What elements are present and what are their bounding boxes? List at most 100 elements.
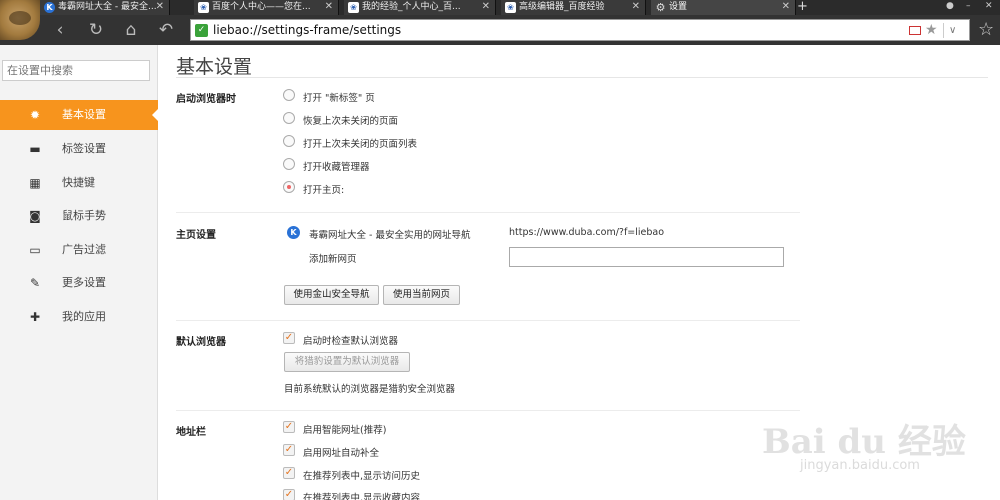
skin-icon[interactable]: ● bbox=[946, 0, 954, 13]
close-icon[interactable]: ✕ bbox=[482, 0, 490, 14]
homepage-section-label: 主页设置 bbox=[176, 230, 216, 241]
close-icon[interactable]: ✕ bbox=[782, 0, 790, 14]
baidu-jingyan-watermark: Bai du 经验 bbox=[762, 422, 966, 462]
radio-startup-bookmarks[interactable] bbox=[283, 158, 295, 170]
divider bbox=[176, 320, 800, 321]
divider bbox=[943, 23, 944, 38]
baidu-paw-icon: ❀ bbox=[348, 2, 359, 13]
option-label: 打开上次未关闭的页面列表 bbox=[303, 139, 418, 150]
address-bar[interactable]: ✓ liebao://settings-frame/settings ★ ∨ bbox=[190, 19, 970, 41]
sidebar-item-tabs[interactable]: ▬ 标签设置 bbox=[0, 134, 158, 164]
add-new-page-link[interactable]: 添加新网页 bbox=[309, 251, 357, 265]
use-current-page-button[interactable]: 使用当前网页 bbox=[383, 285, 460, 305]
homepage-site-name: 毒霸网址大全 - 最安全实用的网址导航 bbox=[309, 230, 471, 241]
wrench-icon: ✎ bbox=[29, 276, 41, 290]
new-page-url-input[interactable] bbox=[509, 247, 784, 267]
option-label: 打开主页: bbox=[303, 185, 345, 196]
tab-advanced-editor[interactable]: ❀ 高级编辑器_百度经验 ✕ bbox=[501, 0, 646, 15]
tab-title: 高级编辑器_百度经验 bbox=[519, 2, 605, 12]
puzzle-icon: ✚ bbox=[29, 310, 41, 324]
back-icon[interactable]: ‹ bbox=[48, 18, 72, 42]
window-icon: ▭ bbox=[29, 243, 41, 257]
use-kingsoft-nav-button[interactable]: 使用金山安全导航 bbox=[284, 285, 379, 305]
divider bbox=[176, 410, 800, 411]
show-history-checkbox[interactable]: ✓ bbox=[283, 467, 295, 479]
radio-startup-list[interactable] bbox=[283, 135, 295, 147]
sidebar-item-more[interactable]: ✎ 更多设置 bbox=[0, 268, 158, 298]
settings-search-input[interactable] bbox=[2, 60, 150, 81]
reload-icon[interactable]: ↻ bbox=[84, 18, 108, 42]
tab-title: 毒霸网址大全 - 最安全... bbox=[58, 2, 157, 12]
new-tab-button[interactable]: + bbox=[797, 0, 808, 13]
baidu-paw-icon: ❀ bbox=[198, 2, 209, 13]
default-browser-section-label: 默认浏览器 bbox=[176, 337, 226, 348]
tab-baidu-center[interactable]: ❀ 百度个人中心——您在... ✕ bbox=[194, 0, 339, 15]
tab-duba[interactable]: K 毒霸网址大全 - 最安全... ✕ bbox=[40, 0, 170, 15]
favorites-star-icon[interactable]: ☆ bbox=[978, 17, 994, 43]
sidebar-item-label: 基本设置 bbox=[62, 108, 106, 121]
secure-check-icon: ✓ bbox=[195, 24, 208, 37]
liebao-logo[interactable] bbox=[0, 0, 40, 40]
sidebar-item-my-apps[interactable]: ✚ 我的应用 bbox=[0, 302, 158, 332]
option-label: 打开收藏管理器 bbox=[303, 162, 370, 173]
k-logo-icon: K bbox=[287, 226, 300, 239]
page-title: 基本设置 bbox=[176, 56, 253, 78]
option-label: 恢复上次未关闭的页面 bbox=[303, 116, 399, 127]
baidu-paw-icon: ❀ bbox=[505, 2, 516, 13]
address-bar-section-label: 地址栏 bbox=[176, 427, 206, 438]
sidebar-item-ad-filter[interactable]: ▭ 广告过滤 bbox=[0, 235, 158, 265]
option-label: 启动时检查默认浏览器 bbox=[303, 336, 399, 347]
check-default-browser-checkbox[interactable]: ✓ bbox=[283, 332, 295, 344]
sidebar-item-label: 我的应用 bbox=[62, 310, 106, 323]
tab-title: 我的经验_个人中心_百... bbox=[362, 2, 461, 12]
url-autocomplete-checkbox[interactable]: ✓ bbox=[283, 444, 295, 456]
option-label: 启用智能网址(推荐) bbox=[303, 425, 387, 436]
undo-icon[interactable]: ↶ bbox=[154, 18, 178, 42]
sidebar-item-label: 更多设置 bbox=[62, 276, 106, 289]
sidebar-item-label: 广告过滤 bbox=[62, 243, 106, 256]
radio-startup-newtab[interactable] bbox=[283, 89, 295, 101]
option-label: 在推荐列表中,显示访问历史 bbox=[303, 471, 421, 482]
smart-url-checkbox[interactable]: ✓ bbox=[283, 421, 295, 433]
divider bbox=[176, 212, 800, 213]
radio-startup-homepage[interactable] bbox=[283, 181, 295, 193]
radio-startup-restore[interactable] bbox=[283, 112, 295, 124]
sidebar: ✹ 基本设置 ▬ 标签设置 ▦ 快捷键 ◙ 鼠标手势 ▭ 广告过滤 ✎ 更多设置… bbox=[0, 45, 159, 500]
default-browser-status: 目前系统默认的浏览器是猎豹安全浏览器 bbox=[284, 384, 456, 395]
show-bookmarks-checkbox[interactable]: ✓ bbox=[283, 489, 295, 500]
tab-my-experience[interactable]: ❀ 我的经验_个人中心_百... ✕ bbox=[344, 0, 496, 15]
close-icon[interactable]: ✕ bbox=[632, 0, 640, 14]
option-label: 打开 "新标签" 页 bbox=[303, 93, 375, 104]
mail-icon[interactable] bbox=[909, 26, 921, 35]
tab-title: 设置 bbox=[669, 2, 688, 12]
keyboard-icon: ▦ bbox=[29, 176, 41, 190]
star-icon[interactable]: ★ bbox=[925, 21, 938, 39]
tab-title: 百度个人中心——您在... bbox=[212, 2, 311, 12]
sidebar-item-mouse-gestures[interactable]: ◙ 鼠标手势 bbox=[0, 201, 158, 231]
sidebar-item-shortcuts[interactable]: ▦ 快捷键 bbox=[0, 168, 158, 198]
laptop-icon: ▬ bbox=[29, 142, 41, 156]
option-label: 启用网址自动补全 bbox=[303, 448, 380, 459]
minimize-button[interactable]: – bbox=[966, 0, 971, 13]
option-label: 在推荐列表中,显示收藏内容 bbox=[303, 493, 421, 500]
homepage-site-url: https://www.duba.com/?f=liebao bbox=[509, 227, 665, 238]
chevron-down-icon[interactable]: ∨ bbox=[949, 21, 956, 40]
gear-icon: ✹ bbox=[29, 108, 41, 122]
close-icon[interactable]: ✕ bbox=[325, 0, 333, 14]
tab-strip: K 毒霸网址大全 - 最安全... ✕ ❀ 百度个人中心——您在... ✕ ❀ … bbox=[0, 0, 1000, 15]
cheetah-mark bbox=[9, 11, 31, 25]
watermark-url: jingyan.baidu.com bbox=[800, 458, 920, 473]
sidebar-item-label: 快捷键 bbox=[62, 176, 95, 189]
set-default-browser-button[interactable]: 将猎豹设置为默认浏览器 bbox=[284, 352, 410, 372]
gear-icon: ⚙ bbox=[655, 1, 666, 14]
close-icon[interactable]: ✕ bbox=[156, 0, 164, 14]
divider bbox=[176, 77, 988, 78]
url-text[interactable]: liebao://settings-frame/settings bbox=[213, 20, 401, 41]
k-logo-icon: K bbox=[44, 2, 55, 13]
home-icon[interactable]: ⌂ bbox=[119, 18, 143, 42]
close-window-button[interactable]: ✕ bbox=[985, 0, 993, 13]
sidebar-item-label: 标签设置 bbox=[62, 142, 106, 155]
sidebar-item-basic[interactable]: ✹ 基本设置 bbox=[0, 100, 159, 130]
startup-section-label: 启动浏览器时 bbox=[176, 94, 236, 105]
tab-settings[interactable]: ⚙ 设置 ✕ bbox=[651, 0, 796, 15]
